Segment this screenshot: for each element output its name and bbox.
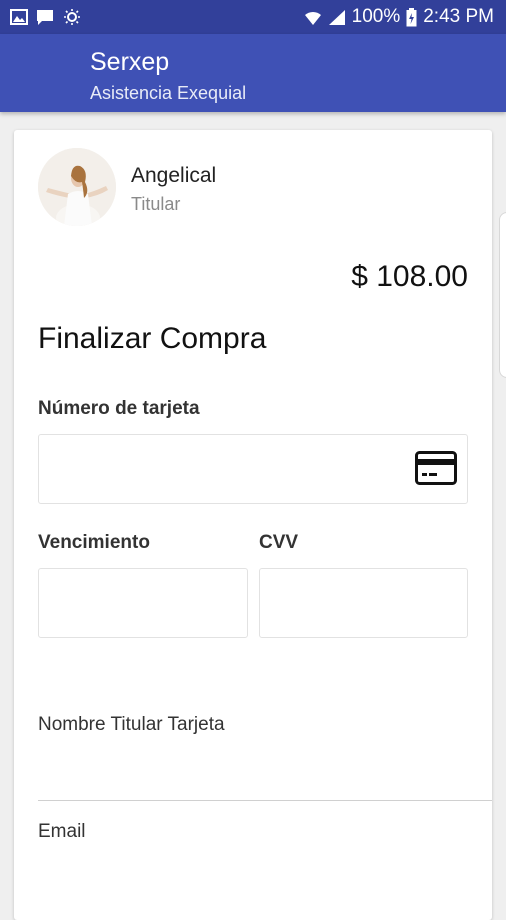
user-name: Angelical: [131, 164, 217, 187]
cardholder-name-label: Nombre Titular Tarjeta: [38, 714, 225, 735]
total-price: $ 108.00: [351, 260, 468, 293]
battery-percent: 100%: [351, 6, 401, 27]
card-number-field[interactable]: [38, 434, 468, 504]
page-title: Finalizar Compra: [38, 322, 267, 355]
expiry-label: Vencimiento: [38, 532, 150, 553]
cvv-field[interactable]: [259, 568, 468, 638]
checkout-card: Angelical Titular $ 108.00 Finalizar Com…: [14, 130, 492, 920]
email-label: Email: [38, 821, 86, 842]
chat-icon: [37, 9, 53, 25]
credit-card-icon: [415, 451, 457, 485]
signal-icon: [328, 9, 345, 25]
avatar: [38, 148, 116, 226]
status-left-icons: [10, 8, 82, 26]
expiry-field[interactable]: [38, 568, 248, 638]
app-title: Serxep: [90, 48, 170, 76]
status-bar: 100% 2:43 PM: [0, 0, 506, 34]
cvv-label: CVV: [259, 532, 299, 553]
battery-icon: [406, 7, 417, 26]
card-number-label: Número de tarjeta: [38, 398, 200, 419]
avatar-photo: [38, 148, 116, 226]
image-icon: [10, 9, 28, 25]
wifi-icon: [304, 11, 321, 25]
side-drawer-handle[interactable]: [499, 212, 506, 378]
brightness-icon: [64, 9, 80, 25]
cardholder-name-input[interactable]: [38, 800, 492, 801]
status-right: 100% 2:43 PM: [304, 6, 494, 28]
app-subtitle: Asistencia Exequial: [90, 83, 247, 103]
user-role: Titular: [131, 194, 181, 214]
status-time: 2:43 PM: [423, 6, 494, 27]
app-bar: Serxep Asistencia Exequial: [0, 34, 506, 112]
